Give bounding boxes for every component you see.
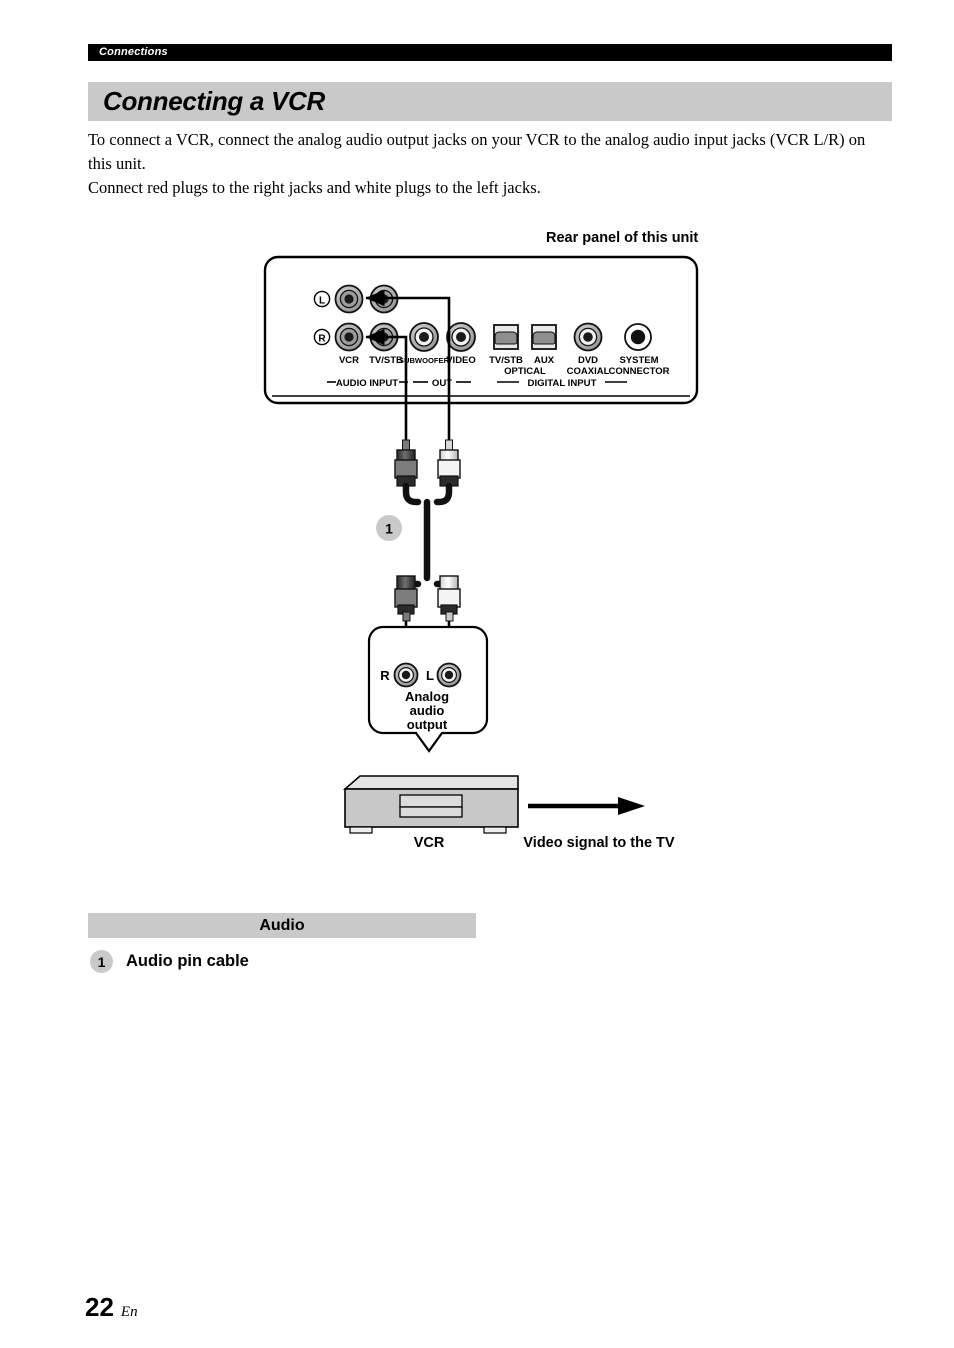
vcr-callout-bubble [367,625,489,753]
label-digital-input: DIGITAL INPUT [528,378,597,389]
jack-tvstb-left [369,284,399,314]
label-vcr: VCR [339,355,359,366]
cable-badge-label: 1 [385,521,393,537]
vcr-device-label: VCR [414,835,445,851]
label-optical-tvstb: TV/STB [489,355,523,366]
audio-section-band: Audio [88,913,476,938]
vcr-device [342,775,519,834]
jack-vcr-right [334,322,364,352]
vcr-label-r: R [380,668,390,683]
footer-language: En [120,1304,138,1320]
vcr-label-l: L [426,668,434,683]
vcr-output-jack-right [393,662,419,688]
legend-item-audio-pin-cable: 1 Audio pin cable [90,950,249,973]
cable-bend-lower-left [402,580,422,604]
port-optical-tvstb [493,324,519,350]
jack-subwoofer-out [409,322,439,352]
label-subwoofer: SUBWOOFER [399,356,450,365]
jack-tvstb-right [369,322,399,352]
jack-vcr-left [334,284,364,314]
group-bracket-digital-input: DIGITAL INPUT [497,378,627,389]
plug-lower-white [437,575,461,622]
left-channel-ring [313,290,331,308]
page-footer: 22 En [85,1292,138,1323]
page-title: Connecting a VCR [103,86,325,116]
label-out: OUT [432,378,452,389]
cable-body [402,482,453,604]
callout-line-1: Analog [405,689,449,704]
video-signal-label: Video signal to the TV [523,835,675,851]
cable-path-left-channel [365,289,451,445]
cable-routing-lower [397,621,458,663]
intro-line-2: this unit. [88,154,146,173]
rear-panel-body [263,255,699,405]
channel-row-labels: L R [313,290,331,346]
running-head-label: Connections [99,46,168,58]
label-connector: CONNECTOR [608,366,669,377]
cable-bend-upper-right [433,482,453,506]
intro-line-1: To connect a VCR, connect the analog aud… [88,130,866,149]
intro-line-3: Connect red plugs to the right jacks and… [88,178,541,197]
right-channel-label: R [318,333,326,344]
jack-coaxial-dvd [573,322,603,352]
label-coaxial: COAXIAL [567,366,610,377]
connection-diagram: L R VCR TV/STB SUBWOOFER VIDEO TV/STB AU… [263,255,699,851]
jack-system-connector [624,323,652,351]
port-optical-aux [531,324,557,350]
label-tvstb-analog: TV/STB [369,355,403,366]
rear-panel-caption: Rear panel of this unit [546,230,699,246]
cable-path-right-channel [365,328,408,445]
group-bracket-audio-input: AUDIO INPUT [327,378,408,389]
cable-badge-1: 1 [376,515,402,541]
label-video: VIDEO [446,355,476,366]
callout-line-3: output [407,717,448,732]
plug-upper-dark [394,439,418,487]
footer-page-number: 22 [85,1292,114,1322]
label-system: SYSTEM [619,355,658,366]
group-bracket-out: OUT [413,378,471,389]
jack-video-out [446,322,476,352]
plug-lower-dark [394,575,418,622]
label-audio-input: AUDIO INPUT [336,378,398,389]
plug-upper-white [437,439,461,487]
label-optical: OPTICAL [504,366,546,377]
legend-badge-1: 1 [90,950,113,973]
intro-paragraphs: To connect a VCR, connect the analog aud… [88,128,888,200]
cable-bend-upper-left [402,482,422,506]
label-dvd: DVD [578,355,598,366]
cable-bend-lower-right [433,580,453,604]
label-optical-aux: AUX [534,355,555,366]
running-head-bar: Connections [88,44,892,61]
rear-panel-graphic [263,255,699,405]
left-channel-label: L [319,295,325,306]
cable-routing-upper [365,289,451,445]
video-signal-arrow [528,797,645,815]
vcr-output-jack-left [436,662,462,688]
page-title-band: Connecting a VCR [88,82,892,121]
right-channel-ring [313,328,331,346]
callout-line-2: audio [410,703,445,718]
audio-section-heading: Audio [259,917,305,934]
legend-label-1: Audio pin cable [126,952,249,970]
